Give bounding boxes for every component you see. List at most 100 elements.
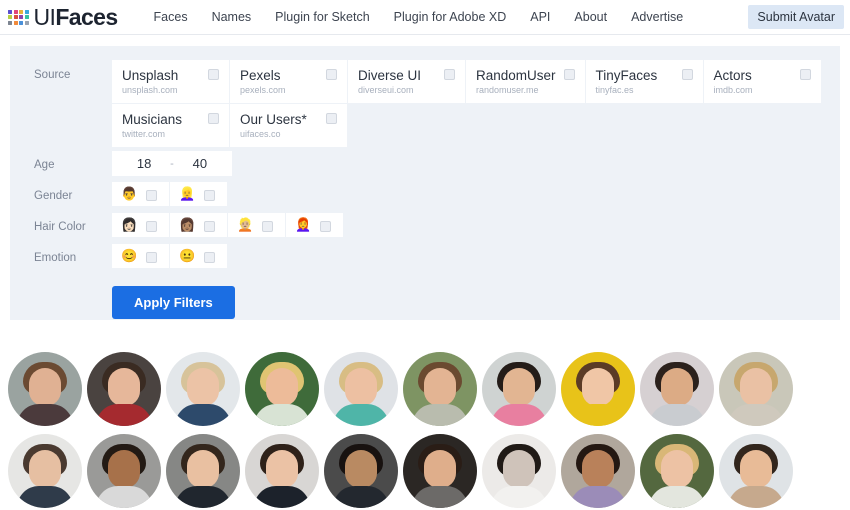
logo-square-5 <box>13 15 18 19</box>
nav-item-faces[interactable]: Faces <box>142 5 200 29</box>
hair-color-option-1[interactable]: 👩🏽 <box>170 213 228 238</box>
hair-color-checkbox[interactable] <box>204 220 216 232</box>
age-max-value[interactable]: 40 <box>188 156 212 171</box>
source-card-actors[interactable]: Actors imdb.com <box>703 60 822 104</box>
nav-item-names[interactable]: Names <box>200 5 264 29</box>
emotion-option-0[interactable]: 😊 <box>112 244 170 269</box>
avatar-face <box>29 368 61 406</box>
source-domain: unsplash.com <box>122 85 178 95</box>
avatar-9[interactable] <box>719 352 793 426</box>
apply-filters-button[interactable]: Apply Filters <box>112 286 235 319</box>
source-checkbox[interactable] <box>326 69 337 80</box>
avatar-face <box>740 368 772 406</box>
source-card-unsplash[interactable]: Unsplash unsplash.com <box>112 60 230 104</box>
avatar-8[interactable] <box>640 352 714 426</box>
logo-square-3 <box>24 9 29 14</box>
avatar-17[interactable] <box>561 434 635 508</box>
avatar-10[interactable] <box>8 434 82 508</box>
source-card-pexels[interactable]: Pexels pexels.com <box>230 60 348 104</box>
hair-color-options: 👩🏻 👩🏽 👱🏼 👩‍🦰 <box>112 213 344 238</box>
avatar-13[interactable] <box>245 434 319 508</box>
avatar-3[interactable] <box>245 352 319 426</box>
logo-square-1 <box>13 9 18 14</box>
source-card-tinyfaces[interactable]: TinyFaces tinyfac.es <box>585 60 704 104</box>
logo-square-10 <box>19 20 23 25</box>
avatar-face <box>503 450 535 488</box>
source-domain: imdb.com <box>713 85 753 95</box>
avatar-face <box>187 450 219 488</box>
gender-checkbox[interactable] <box>204 189 216 201</box>
main-nav: Faces Names Plugin for Sketch Plugin for Ad… <box>142 5 743 29</box>
gender-checkbox[interactable] <box>146 189 158 201</box>
avatar-1[interactable] <box>87 352 161 426</box>
brand-logo[interactable]: UIFaces <box>8 3 118 30</box>
source-name: Musicians <box>122 112 183 127</box>
avatar-16[interactable] <box>482 434 556 508</box>
logo-square-9 <box>13 20 18 25</box>
logo-square-0 <box>8 9 12 14</box>
avatar-6[interactable] <box>482 352 556 426</box>
avatar-12[interactable] <box>166 434 240 508</box>
source-checkbox[interactable] <box>563 69 575 80</box>
source-name: Our Users* <box>240 112 307 127</box>
avatar-0[interactable] <box>8 352 82 426</box>
avatar-4[interactable] <box>324 352 398 426</box>
emotion-checkbox[interactable] <box>204 251 216 263</box>
hair-color-checkbox[interactable] <box>320 220 332 232</box>
source-checkbox[interactable] <box>326 113 337 124</box>
emotion-option-1[interactable]: 😐 <box>170 244 228 269</box>
age-range-input[interactable]: 18 - 40 <box>112 151 232 177</box>
source-checkbox[interactable] <box>444 69 455 80</box>
hair-color-checkbox[interactable] <box>146 220 158 232</box>
source-options: Unsplash unsplash.com Pexels pexels.com Dive… <box>112 60 824 148</box>
avatar-face <box>29 450 61 488</box>
avatar-2[interactable] <box>166 352 240 426</box>
logo-square-2 <box>19 9 23 14</box>
source-checkbox[interactable] <box>208 69 219 80</box>
gender-option-0[interactable]: 👨 <box>112 182 170 207</box>
avatar-5[interactable] <box>403 352 477 426</box>
nav-item-plugin-for-sketch[interactable]: Plugin for Sketch <box>263 5 382 29</box>
avatar-face <box>424 450 456 488</box>
avatar-7[interactable] <box>561 352 635 426</box>
source-card-musicians[interactable]: Musicians twitter.com <box>112 104 230 148</box>
hair-color-option-3[interactable]: 👩‍🦰 <box>286 213 344 238</box>
avatar-face <box>740 450 772 488</box>
source-name: TinyFaces <box>595 68 658 83</box>
gender-option-1[interactable]: 👱‍♀️ <box>170 182 228 207</box>
logo-square-7 <box>24 15 29 19</box>
source-card-randomuser[interactable]: RandomUser randomuser.me <box>466 60 586 104</box>
gender-label: Gender <box>34 190 73 202</box>
nav-item-api[interactable]: API <box>518 5 562 29</box>
source-checkbox[interactable] <box>208 113 219 124</box>
hair-color-checkbox[interactable] <box>262 220 274 232</box>
brand-title-thin: UI <box>33 3 56 30</box>
avatar-19[interactable] <box>719 434 793 508</box>
avatar-15[interactable] <box>403 434 477 508</box>
avatar-18[interactable] <box>640 434 714 508</box>
emotion-label: Emotion <box>34 252 77 264</box>
emotion-checkbox[interactable] <box>146 251 158 263</box>
avatar-face <box>503 368 535 406</box>
uifaces-logo-grid-icon <box>8 9 29 25</box>
age-range-separator: - <box>170 157 174 170</box>
blonde-hair-emoji: 👱🏼 <box>237 217 254 232</box>
nav-item-advertise[interactable]: Advertise <box>619 5 695 29</box>
avatar-11[interactable] <box>87 434 161 508</box>
source-checkbox[interactable] <box>799 69 811 80</box>
hair-color-option-0[interactable]: 👩🏻 <box>112 213 170 238</box>
hair-color-option-2[interactable]: 👱🏼 <box>228 213 286 238</box>
nav-item-about[interactable]: About <box>562 5 619 29</box>
source-card-diverse-ui[interactable]: Diverse UI diverseui.com <box>348 60 466 104</box>
source-label: Source <box>34 69 71 81</box>
source-card-our-users[interactable]: Our Users* uifaces.co <box>230 104 348 148</box>
nav-item-plugin-for-adobe-xd[interactable]: Plugin for Adobe XD <box>382 5 519 29</box>
age-min-value[interactable]: 18 <box>132 156 156 171</box>
avatar-face <box>345 368 377 406</box>
source-name: Pexels <box>240 68 281 83</box>
red-hair-emoji: 👩‍🦰 <box>295 217 312 232</box>
avatar-14[interactable] <box>324 434 398 508</box>
brown-hair-emoji: 👩🏽 <box>179 217 196 232</box>
submit-avatar-button[interactable]: Submit Avatar <box>748 5 844 29</box>
source-checkbox[interactable] <box>681 69 693 80</box>
